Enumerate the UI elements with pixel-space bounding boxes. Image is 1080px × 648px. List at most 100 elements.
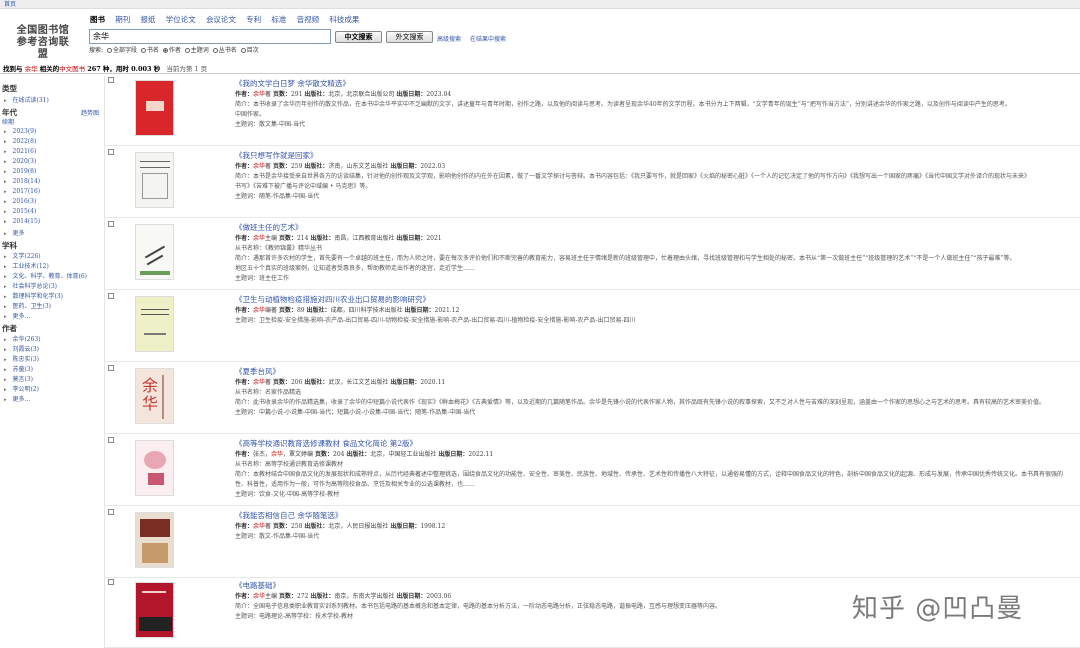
result-title[interactable]: 《高等学校通识教育选修课教材 食品文化简论 第2版》 [235, 438, 417, 449]
triangle-icon: ▸ [4, 129, 7, 135]
radio-title[interactable] [140, 48, 146, 53]
facet-label: 余华(263) [12, 336, 41, 343]
meta-date-label: 出版日期： [396, 91, 427, 98]
book-cover[interactable] [135, 80, 174, 136]
radio-author[interactable] [162, 48, 168, 53]
radio-all-fields[interactable] [106, 48, 112, 53]
book-cover[interactable] [135, 224, 174, 280]
result-title[interactable]: 《夏季台风》 [235, 366, 280, 377]
facet-subject-item[interactable]: ▸ 文学(226) [4, 251, 41, 260]
tab-research-results[interactable]: 科技成果 [329, 15, 359, 25]
meta-pages-label: 页数： [272, 379, 291, 386]
facet-author-item[interactable]: ▸ 李公明(2) [4, 384, 39, 393]
meta-publisher: 南京，东南大学出版社 [334, 593, 395, 600]
home-link[interactable]: 首页 [4, 0, 16, 9]
result-meta: 作者：余华著 页数：206 出版社：武汉，长江文艺出版社 出版日期：2020.1… [235, 377, 445, 386]
result-checkbox[interactable] [108, 77, 114, 83]
book-cover[interactable]: 余华 [135, 368, 174, 424]
result-checkbox[interactable] [108, 437, 114, 443]
facet-author-item[interactable]: ▸ 莫言(3) [4, 374, 33, 383]
facet-year-item[interactable]: ▸ 2022(8) [4, 138, 36, 145]
advanced-search-link[interactable]: 高级搜索 [437, 34, 461, 43]
facet-author-item[interactable]: ▸ 苏童(3) [4, 364, 33, 373]
meta-author: 余华著 [253, 91, 272, 98]
author-keyword-highlight: 余华 [253, 235, 266, 242]
book-cover[interactable] [135, 582, 174, 638]
facet-year-item[interactable]: ▸ 2015(4) [4, 208, 36, 215]
facet-year-item[interactable]: ▸ 2016(3) [4, 198, 36, 205]
facet-year-item[interactable]: ▸ 2023(9) [4, 128, 36, 135]
facet-year-item[interactable]: ▸ 2017(16) [4, 188, 40, 195]
book-cover[interactable] [135, 152, 174, 208]
facet-author-item[interactable]: ▸ 刘霞云(3) [4, 344, 39, 353]
facet-author-item[interactable]: ▸ 陈忠实(3) [4, 354, 39, 363]
facet-subject-item[interactable]: ▸ 数理科学和化学(3) [4, 291, 63, 300]
book-cover[interactable] [135, 512, 174, 568]
meta-pages: 272 [296, 593, 309, 600]
result-title[interactable]: 《我只想写作就是回家》 [235, 150, 318, 161]
result-checkbox[interactable] [108, 579, 114, 585]
facet-label: 更多... [12, 396, 31, 403]
radio-contents[interactable] [240, 48, 246, 53]
result-item: 余华 《夏季台风》 作者：余华著 页数：206 出版社：武汉，长江文艺出版社 出… [105, 362, 1080, 434]
facet-subject-item[interactable]: ▸ 社会科学总论(3) [4, 281, 57, 290]
search-in-results-link[interactable]: 在结果中搜索 [470, 34, 506, 43]
library-logo[interactable]: 全国图书馆 参考咨询联盟 [12, 25, 74, 61]
facet-label: 刘霞云(3) [12, 346, 40, 353]
result-checkbox[interactable] [108, 365, 114, 371]
result-title[interactable]: 《我能否相信自己 余华随笔选》 [235, 510, 342, 521]
facet-year-item[interactable]: ▸ 2019(8) [4, 168, 36, 175]
facet-year-more[interactable]: ▸ 更多 [4, 228, 25, 237]
triangle-icon: ▸ [4, 284, 7, 290]
tab-conference-papers[interactable]: 会议论文 [206, 15, 236, 25]
facet-label: 在线试读(31) [12, 97, 49, 104]
tab-journals[interactable]: 期刊 [115, 15, 130, 25]
result-checkbox[interactable] [108, 293, 114, 299]
foreign-search-button[interactable]: 外文搜索 [386, 31, 433, 43]
search-input[interactable] [89, 29, 331, 44]
result-summary: 找到与 余华 相关的中文图书 267 种，用时 0.003 秒 当前为第 1 页 [3, 63, 207, 73]
triangle-icon: ▸ [4, 189, 7, 195]
author-keyword-highlight: 余华 [253, 91, 266, 98]
radio-series[interactable] [212, 48, 218, 53]
tab-audio-video[interactable]: 音视频 [297, 15, 320, 25]
facet-label: 2021(6) [12, 148, 37, 155]
facet-label: 陈忠实(3) [12, 356, 40, 363]
result-checkbox[interactable] [108, 509, 114, 515]
tab-patents[interactable]: 专利 [246, 15, 261, 25]
chinese-search-button[interactable]: 中文搜索 [335, 31, 382, 43]
facet-author-item[interactable]: ▸ 余华(263) [4, 334, 41, 343]
facet-year-item[interactable]: ▸ 2018(14) [4, 178, 40, 185]
result-title[interactable]: 《我的文学白日梦 余华散文精选》 [235, 78, 350, 89]
facet-year-sub[interactable]: 续期 [2, 117, 14, 126]
facet-subject-item[interactable]: ▸ 工业技术(12) [4, 261, 49, 270]
tab-standards[interactable]: 标准 [271, 15, 286, 25]
facet-author-more[interactable]: ▸ 更多... [4, 394, 30, 403]
radio-subject[interactable] [184, 48, 190, 53]
facet-subject-more[interactable]: ▸ 更多... [4, 311, 30, 320]
facet-year-item[interactable]: ▸ 2021(6) [4, 148, 36, 155]
trend-chart-link[interactable]: 趋势图 [81, 108, 99, 117]
book-cover[interactable] [135, 440, 174, 496]
result-series: 从书名称：名家作品精选 [235, 389, 302, 396]
meta-date-label: 出版日期： [404, 307, 435, 314]
facet-subject-item[interactable]: ▸ 文化、科学、教育、体育(6) [4, 271, 87, 280]
result-checkbox[interactable] [108, 149, 114, 155]
tab-theses[interactable]: 学位论文 [166, 15, 196, 25]
tab-newspapers[interactable]: 报纸 [140, 15, 155, 25]
triangle-icon: ▸ [4, 209, 7, 215]
meta-pages: 204 [333, 451, 345, 458]
facet-label: 工业技术(12) [12, 263, 49, 270]
result-title[interactable]: 《电路基础》 [235, 580, 280, 591]
facet-label: 2014(15) [12, 218, 41, 225]
result-meta: 作者：张杰，余华，覃文婷编 页数：204 出版社：北京，中国轻工业出版社 出版日… [235, 449, 493, 458]
facet-year-item[interactable]: ▸ 2014(15) [4, 218, 40, 225]
tab-books[interactable]: 图书 [90, 15, 105, 25]
result-title[interactable]: 《卫生与动植物检疫措施对四川农业出口贸易的影响研究》 [235, 294, 430, 305]
result-checkbox[interactable] [108, 221, 114, 227]
result-title[interactable]: 《做班主任的艺术》 [235, 222, 303, 233]
facet-year-item[interactable]: ▸ 2020(3) [4, 158, 36, 165]
facet-subject-item[interactable]: ▸ 医药、卫生(3) [4, 301, 51, 310]
book-cover[interactable] [135, 296, 174, 352]
facet-type-online[interactable]: ▸ 在线试读(31) [4, 95, 49, 104]
